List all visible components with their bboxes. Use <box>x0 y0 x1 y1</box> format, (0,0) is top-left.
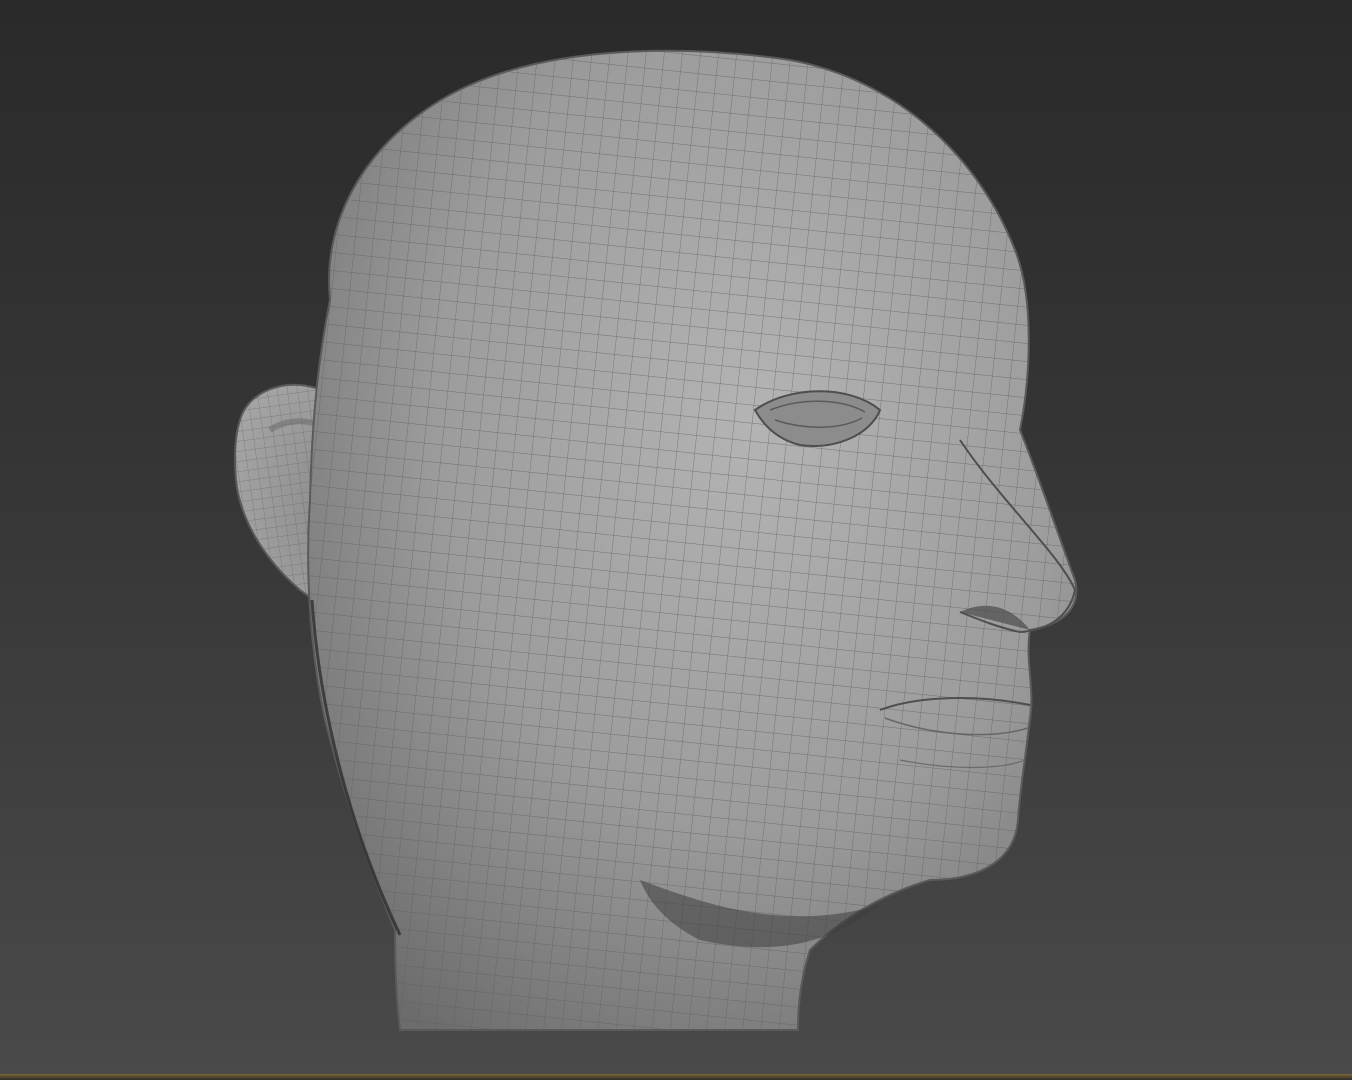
3d-viewport[interactable] <box>0 0 1352 1080</box>
viewport-border <box>0 1074 1352 1080</box>
head-model[interactable] <box>0 0 1352 1080</box>
head-mesh[interactable] <box>300 40 1100 1040</box>
